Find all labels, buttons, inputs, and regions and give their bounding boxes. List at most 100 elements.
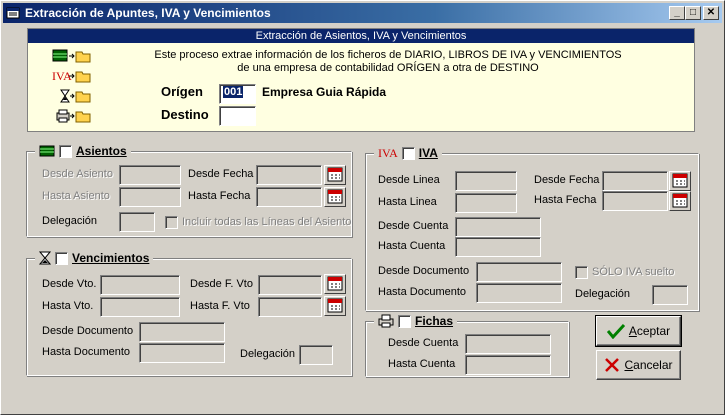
iva-hasta-fecha-calendar-button[interactable] [669,191,691,211]
iva-hasta-cuenta-label: Hasta Cuenta [378,240,446,252]
asientos-desde-fecha-label: Desde Fecha [188,168,254,180]
app-icon [6,7,20,19]
fichas-desde-cuenta-label: Desde Cuenta [388,337,459,349]
hasta-f-vto-input[interactable] [258,297,322,317]
asientos-group: Asientos Desde Asiento Hasta Asiento Des… [26,143,352,237]
cancelar-label: Cancelar [624,358,672,372]
calendar-icon [327,298,343,313]
fichas-hasta-cuenta-label: Hasta Cuenta [388,358,456,370]
origen-value: 001 [223,86,244,98]
title-bar[interactable]: Extracción de Apuntes, IVA y Vencimiento… [3,3,722,23]
calendar-icon [327,167,343,182]
asientos-delegacion-label: Delegación [42,215,98,227]
diario-icon [39,145,55,157]
iva-hasta-cuenta-input[interactable] [455,237,541,257]
iva-hasta-documento-input[interactable] [476,283,562,303]
solo-iva-checkbox[interactable] [575,266,588,279]
hasta-asiento-input[interactable] [119,187,181,207]
cross-icon [605,358,620,372]
vencimientos-checkbox[interactable] [55,251,68,265]
venc-hasta-documento-label: Hasta Documento [42,346,131,358]
venc-desde-documento-label: Desde Documento [42,325,134,337]
iva-hasta-documento-label: Hasta Documento [378,286,467,298]
iva-desde-cuenta-label: Desde Cuenta [378,220,449,232]
desde-asiento-label: Desde Asiento [42,168,113,180]
cancelar-button[interactable]: Cancelar [596,350,681,380]
iva-delegacion-input[interactable] [652,285,688,305]
banner-title: Extracción de Asientos, IVA y Vencimient… [28,29,694,43]
aceptar-rest: ceptar [636,324,671,338]
iva-desde-fecha-input[interactable] [602,171,668,191]
venc-delegacion-input[interactable] [299,345,333,365]
calendar-icon [672,173,688,188]
banner-line-2: de una empresa de contabilidad ORÍGEN a … [237,62,539,74]
fichas-group: Fichas Desde Cuenta Hasta Cuenta [365,313,569,377]
iva-hasta-fecha-input[interactable] [602,191,668,211]
vencimientos-group: Vencimientos Desde Vto. Hasta Vto. Desde… [26,250,352,376]
fichas-title: Fichas [415,314,454,328]
desde-vto-label: Desde Vto. [42,278,97,290]
fichas-desde-cuenta-input[interactable] [465,334,551,354]
asientos-header: Asientos [35,143,131,159]
desde-f-vto-calendar-button[interactable] [324,274,346,294]
cancelar-rest: ancelar [633,358,673,372]
fichas-to-folder-icon [56,109,91,123]
desde-f-vto-label: Desde F. Vto [190,278,253,290]
aceptar-button[interactable]: Aceptar [595,315,682,347]
cancelar-mnemonic: C [624,358,634,372]
hasta-vto-label: Hasta Vto. [42,300,94,312]
incluir-lineas-label: Incluir todas las Líneas del Asiento [182,216,352,228]
asientos-desde-fecha-calendar-button[interactable] [324,165,346,185]
venc-desde-documento-input[interactable] [139,322,225,342]
iva-header: IVA IVA [374,145,442,161]
vencimientos-header: Vencimientos [35,250,154,266]
hasta-linea-input[interactable] [455,193,517,213]
desde-asiento-input[interactable] [119,165,181,185]
info-banner: Extracción de Asientos, IVA y Vencimient… [27,28,695,132]
origen-label: Orígen [161,84,203,99]
vencimientos-to-folder-icon [60,89,91,103]
asientos-delegacion-input[interactable] [119,212,155,232]
fichas-checkbox[interactable] [398,314,411,328]
desde-linea-input[interactable] [455,171,517,191]
vencimientos-title: Vencimientos [72,251,150,265]
hasta-f-vto-calendar-button[interactable] [324,296,346,316]
banner-line-1: Este proceso extrae información de los f… [154,49,622,61]
origen-input[interactable]: 001 [219,84,256,104]
asientos-hasta-fecha-label: Hasta Fecha [188,190,251,202]
minimize-button[interactable]: _ [669,6,685,20]
asientos-title: Asientos [76,144,127,158]
dialog-window: Extracción de Apuntes, IVA y Vencimiento… [0,0,725,415]
close-button[interactable]: ✕ [703,6,719,20]
checkmark-icon [606,323,625,339]
calendar-icon [672,193,688,208]
asientos-hasta-fecha-calendar-button[interactable] [324,187,346,207]
aceptar-mnemonic: A [628,324,637,338]
incluir-lineas-checkbox[interactable] [165,216,178,229]
iva-desde-cuenta-input[interactable] [455,217,541,237]
destino-input[interactable] [219,106,256,126]
iva-delegacion-label: Delegación [575,288,631,300]
venc-delegacion-label: Delegación [240,348,296,360]
desde-f-vto-input[interactable] [258,275,322,295]
maximize-button[interactable]: □ [685,6,701,20]
hasta-f-vto-label: Hasta F. Vto [190,300,250,312]
iva-logo-icon: IVA [378,145,398,160]
destino-label: Destino [161,107,209,122]
hasta-vto-input[interactable] [100,297,180,317]
fichas-header: Fichas [374,313,458,329]
asientos-hasta-fecha-input[interactable] [256,187,322,207]
asientos-checkbox[interactable] [59,144,72,158]
fichas-hasta-cuenta-input[interactable] [465,355,551,375]
iva-checkbox[interactable] [401,146,415,160]
iva-desde-documento-input[interactable] [476,262,562,282]
solo-iva-label: SÓLO IVA suelto [592,266,675,278]
iva-desde-fecha-label: Desde Fecha [534,174,600,186]
desde-linea-label: Desde Linea [378,174,440,186]
asientos-desde-fecha-input[interactable] [256,165,322,185]
hourglass-icon [39,251,51,265]
calendar-icon [327,189,343,204]
desde-vto-input[interactable] [100,275,180,295]
venc-hasta-documento-input[interactable] [139,343,225,363]
iva-desde-fecha-calendar-button[interactable] [669,171,691,191]
